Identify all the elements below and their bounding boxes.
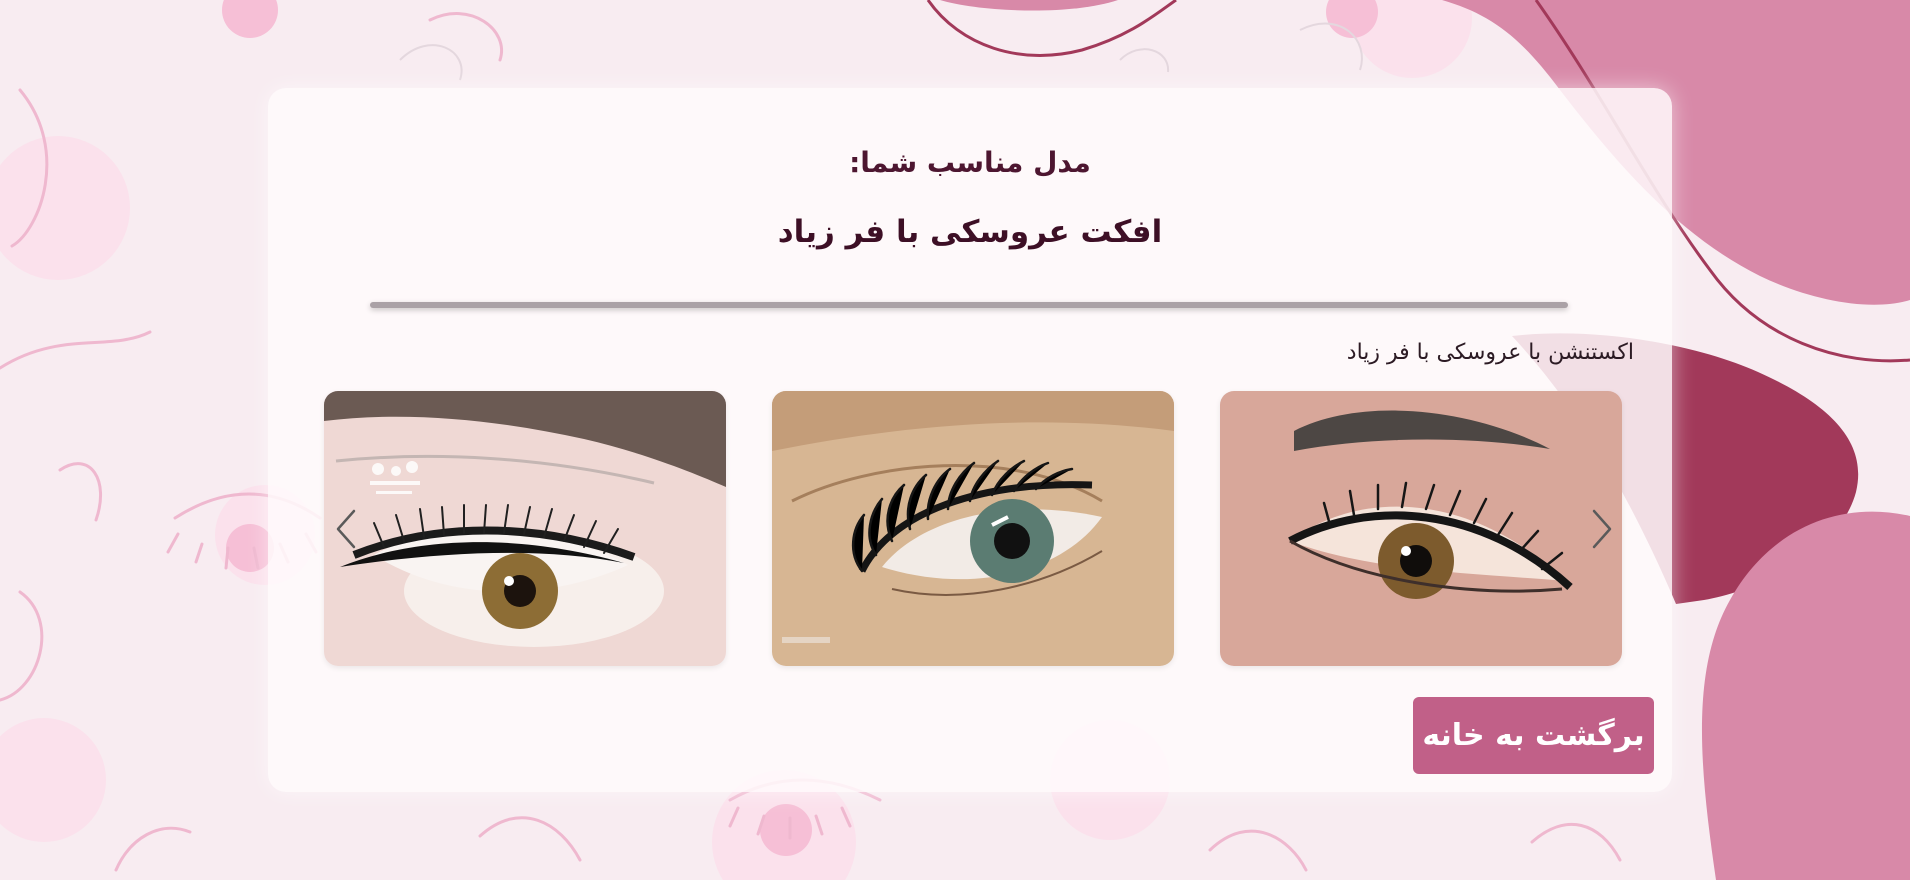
chevron-left-icon [336,509,356,549]
carousel-slide-3[interactable] [1220,391,1622,666]
slide-caption: اکستنشن با عروسکی با فر زیاد [1346,340,1634,365]
back-to-home-button[interactable]: برگشت به خانه [1413,697,1654,774]
divider [370,302,1568,308]
result-title: افکت عروسکی با فر زیاد [777,214,1163,250]
lash-photo-winged [324,391,726,666]
chevron-right-icon [1592,509,1612,549]
carousel-slide-1[interactable] [324,391,726,666]
lash-photo-cat-eye [1220,391,1622,666]
carousel-next-button[interactable] [1584,501,1618,557]
image-carousel [324,391,1624,666]
carousel-prev-button[interactable] [330,501,364,557]
lash-photo-curl [772,391,1174,666]
result-card: مدل مناسب شما: افکت عروسکی با فر زیاد اک… [268,88,1672,792]
carousel-slide-2[interactable] [772,391,1174,666]
result-subtitle: مدل مناسب شما: [849,146,1091,179]
